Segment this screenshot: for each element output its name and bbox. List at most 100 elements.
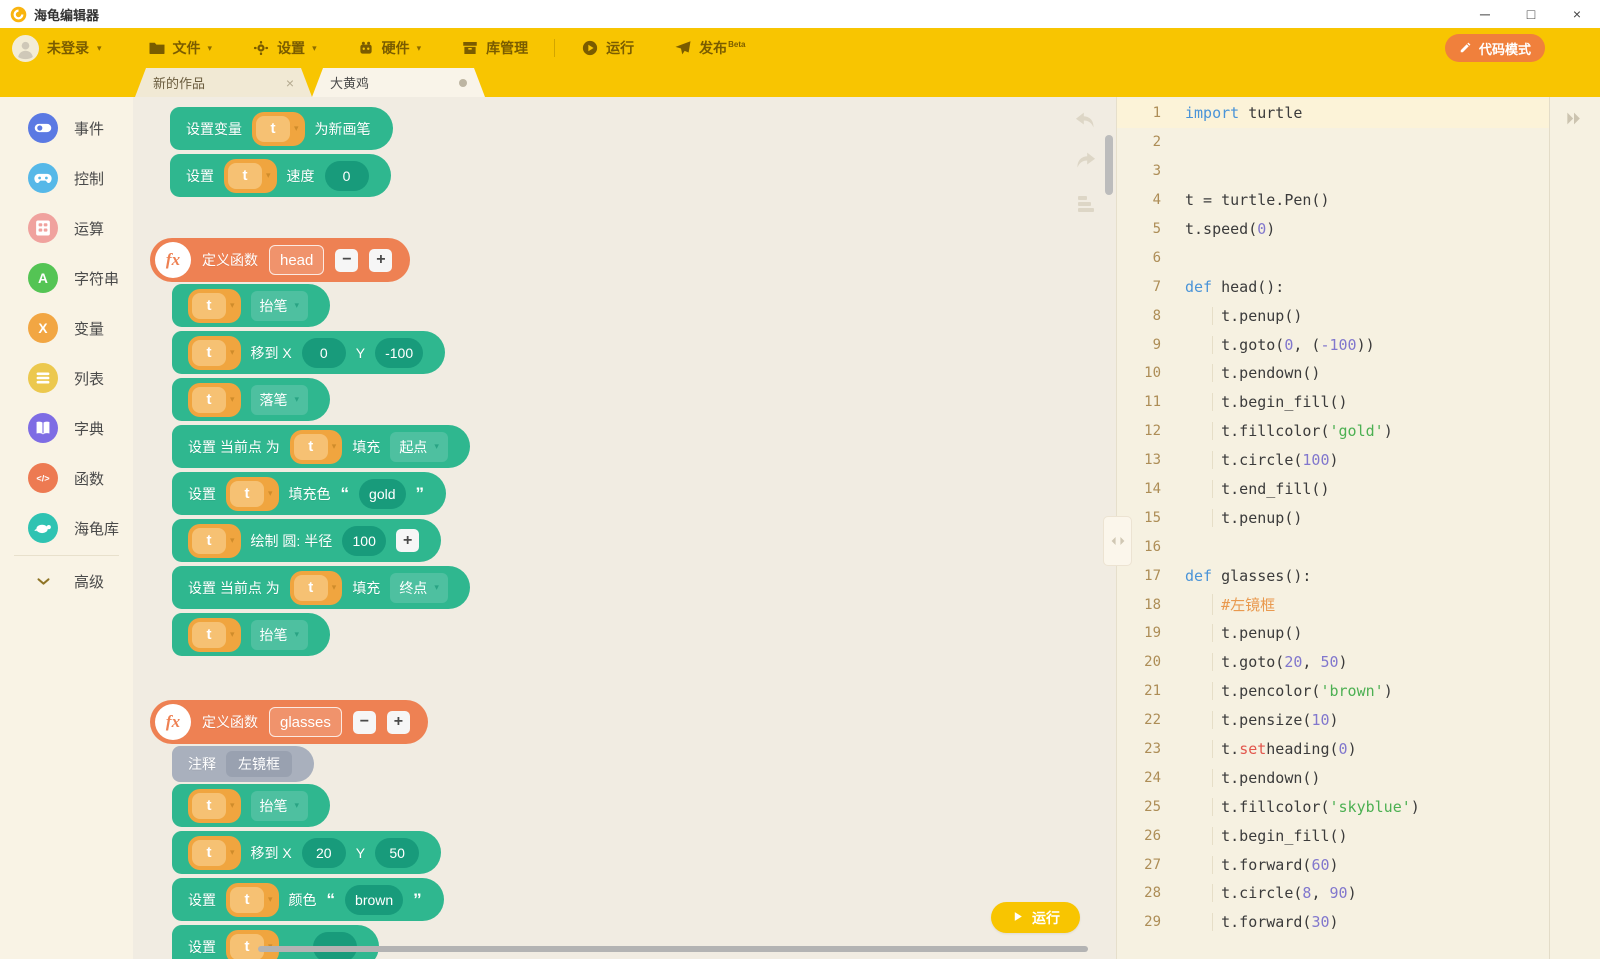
code-line[interactable]: 3 [1117, 157, 1600, 186]
code-line[interactable]: 8 t.penup() [1117, 301, 1600, 330]
comment-text-field[interactable]: 左镜框 [226, 751, 292, 777]
code-line[interactable]: 20 t.goto(20, 50) [1117, 648, 1600, 677]
tidy-blocks-icon[interactable] [1074, 191, 1098, 220]
code-line[interactable]: 25 t.fillcolor('skyblue') [1117, 792, 1600, 821]
number-input[interactable]: 0 [325, 161, 369, 191]
sidebar-item-事件[interactable]: 事件 [0, 103, 133, 153]
collapse-panel-icon[interactable] [1564, 110, 1600, 131]
code-line[interactable]: 1import turtle [1117, 99, 1600, 128]
code-line[interactable]: 29 t.forward(30) [1117, 908, 1600, 937]
stack-block[interactable]: t▾移到 X0Y-100 [172, 331, 445, 374]
code-line[interactable]: 23 t.setheading(0) [1117, 735, 1600, 764]
menu-item-库管理[interactable]: 库管理 [461, 38, 528, 58]
sidebar-item-海龟库[interactable]: 海龟库 [0, 503, 133, 553]
close-button[interactable]: × [1554, 0, 1600, 28]
add-button[interactable]: + [396, 529, 419, 552]
menu-item-文件[interactable]: 文件▾ [148, 38, 213, 58]
menu-item-设置[interactable]: 设置▾ [252, 38, 317, 58]
sidebar-item-字符串[interactable]: A字符串 [0, 253, 133, 303]
block-dropdown[interactable]: 抬笔▾ [251, 620, 309, 650]
code-line[interactable]: 9 t.goto(0, (-100)) [1117, 330, 1600, 359]
string-input[interactable]: gold [359, 479, 405, 509]
code-line[interactable]: 4t = turtle.Pen() [1117, 186, 1600, 215]
stack-block[interactable]: 设置t▾速度0 [170, 154, 391, 197]
sidebar-item-运算[interactable]: 运算 [0, 203, 133, 253]
stack-block[interactable]: t▾ 落笔▾ [172, 378, 330, 421]
code-line[interactable]: 22 t.pensize(10) [1117, 706, 1600, 735]
code-line[interactable]: 7def head(): [1117, 272, 1600, 301]
code-mode-button[interactable]: 代码模式 [1445, 34, 1545, 62]
menu-item-硬件[interactable]: 硬件▾ [357, 38, 422, 58]
maximize-button[interactable]: □ [1508, 0, 1554, 28]
sidebar-item-advanced[interactable]: 高级 [0, 558, 133, 604]
code-line[interactable]: 24 t.pendown() [1117, 763, 1600, 792]
stack-block[interactable]: t▾ 抬笔▾ [172, 613, 330, 656]
panel-splitter-handle[interactable] [1103, 516, 1132, 566]
comment-block[interactable]: 注释左镜框 [172, 746, 314, 782]
number-input[interactable]: 100 [342, 526, 386, 556]
stack-block[interactable]: 设置变量t▾为新画笔 [170, 107, 393, 150]
pen-variable-dropdown[interactable]: t▾ [188, 383, 241, 417]
define-function-block[interactable]: fx定义函数glasses−+ [150, 700, 428, 744]
add-button[interactable]: + [369, 249, 392, 272]
stack-block[interactable]: t▾移到 X20Y50 [172, 831, 441, 874]
code-editor[interactable]: 1import turtle234t = turtle.Pen()5t.spee… [1116, 97, 1600, 959]
account-menu[interactable]: 未登录 ▾ [12, 35, 102, 62]
minimize-button[interactable]: ─ [1462, 0, 1508, 28]
stack-block[interactable]: 设置 当前点 为t▾填充终点▾ [172, 566, 470, 609]
define-function-block[interactable]: fx定义函数head−+ [150, 238, 410, 282]
number-input[interactable]: 50 [375, 838, 419, 868]
tab-big-yellow-chicken[interactable]: 大黄鸡 [312, 68, 485, 97]
code-line[interactable]: 6 [1117, 243, 1600, 272]
sidebar-item-字典[interactable]: 字典 [0, 403, 133, 453]
code-line[interactable]: 5t.speed(0) [1117, 215, 1600, 244]
sidebar-item-列表[interactable]: 列表 [0, 353, 133, 403]
redo-icon[interactable] [1072, 149, 1099, 181]
code-line[interactable]: 26 t.begin_fill() [1117, 821, 1600, 850]
block-canvas[interactable]: 设置变量t▾为新画笔设置t▾速度0 fx定义函数head−+ t▾ 抬笔▾ t▾移到 X… [133, 97, 1116, 959]
pen-variable-dropdown[interactable]: t▾ [290, 571, 343, 605]
number-input[interactable]: 0 [302, 338, 346, 368]
code-line[interactable]: 28 t.circle(8, 90) [1117, 879, 1600, 908]
number-input[interactable]: 20 [302, 838, 346, 868]
stack-block[interactable]: t▾绘制 圆: 半径100+ [172, 519, 441, 562]
code-line[interactable]: 15 t.penup() [1117, 503, 1600, 532]
block-dropdown[interactable]: 抬笔▾ [251, 791, 309, 821]
function-name-field[interactable]: head [269, 245, 324, 275]
code-line[interactable]: 21 t.pencolor('brown') [1117, 677, 1600, 706]
remove-button[interactable]: − [353, 711, 376, 734]
pen-variable-dropdown[interactable]: t▾ [188, 618, 241, 652]
stack-block[interactable]: 设置t▾填充色“gold” [172, 472, 446, 515]
pen-variable-dropdown[interactable]: t▾ [224, 159, 277, 193]
block-dropdown[interactable]: 抬笔▾ [251, 291, 309, 321]
add-button[interactable]: + [387, 711, 410, 734]
code-line[interactable]: 19 t.penup() [1117, 619, 1600, 648]
menu-item-发布[interactable]: 发布Beta [674, 38, 745, 58]
string-input[interactable]: brown [345, 885, 403, 915]
canvas-vertical-scrollbar[interactable] [1105, 135, 1113, 195]
stack-block[interactable]: t▾抬笔▾ [172, 784, 330, 827]
code-line[interactable]: 18 #左镜框 [1117, 590, 1600, 619]
code-line[interactable]: 16 [1117, 532, 1600, 561]
code-line[interactable]: 2 [1117, 128, 1600, 157]
code-line[interactable]: 14 t.end_fill() [1117, 475, 1600, 504]
block-dropdown[interactable]: 落笔▾ [251, 385, 309, 415]
stack-block[interactable]: 设置t▾ [172, 925, 379, 959]
pen-variable-dropdown[interactable]: t▾ [188, 524, 241, 558]
code-line[interactable]: 17def glasses(): [1117, 561, 1600, 590]
code-line[interactable]: 11 t.begin_fill() [1117, 388, 1600, 417]
sidebar-item-变量[interactable]: X变量 [0, 303, 133, 353]
pen-variable-dropdown[interactable]: t▾ [188, 336, 241, 370]
close-icon[interactable]: × [286, 75, 294, 91]
tab-new-project[interactable]: 新的作品 × [135, 68, 312, 97]
stack-block[interactable]: 设置 当前点 为t▾填充起点▾ [172, 425, 470, 468]
undo-icon[interactable] [1072, 109, 1099, 141]
remove-button[interactable]: − [335, 249, 358, 272]
code-line[interactable]: 27 t.forward(60) [1117, 850, 1600, 879]
code-line[interactable]: 12 t.fillcolor('gold') [1117, 417, 1600, 446]
pen-variable-dropdown[interactable]: t▾ [226, 883, 279, 917]
sidebar-item-函数[interactable]: </>函数 [0, 453, 133, 503]
code-line[interactable]: 10 t.pendown() [1117, 359, 1600, 388]
function-name-field[interactable]: glasses [269, 707, 342, 737]
sidebar-item-控制[interactable]: 控制 [0, 153, 133, 203]
